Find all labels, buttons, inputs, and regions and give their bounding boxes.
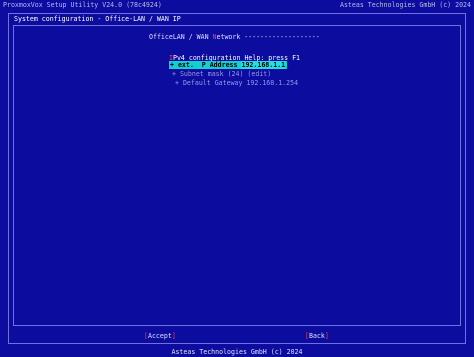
vendor-label: Asteas Technologies GmbH (c) 2024 <box>339 1 471 9</box>
ip-address-value: 192.168.1.1 <box>241 61 286 69</box>
back-button[interactable]: [Back] <box>305 332 329 340</box>
accept-label: Accept <box>147 332 172 340</box>
config-window: System configuration - Office-LAN / WAN … <box>8 13 466 344</box>
back-label: Back <box>308 332 325 340</box>
config-panel: OfficeLAN / WAN Network ----------------… <box>13 25 461 326</box>
top-bar: ProxmoxVox Setup Utility V24.0 (78c4924)… <box>0 0 474 10</box>
window-title: System configuration - Office-LAN / WAN … <box>14 15 181 23</box>
back-bracket-close: ] <box>324 332 329 340</box>
section-title-text: fficeLAN / WAN <box>152 33 213 41</box>
default-gateway-item[interactable]: + Default Gateway 192.168.1.254 <box>175 79 298 87</box>
app-title: ProxmoxVox Setup Utility V24.0 (78c4924) <box>3 1 162 9</box>
ip-address-label: + ext. P Address <box>170 61 242 69</box>
section-title-rule: etwork ------------------- <box>216 33 320 41</box>
accept-bracket-close: ] <box>171 332 176 340</box>
ip-address-item[interactable]: + ext. P Address 192.168.1.1 <box>169 61 288 69</box>
accept-button[interactable]: [Accept] <box>144 332 176 340</box>
section-title: OfficeLAN / WAN Network ----------------… <box>149 33 320 41</box>
subnet-mask-item[interactable]: + Subnet mask (24) (edit) <box>172 70 271 78</box>
footer-vendor: Asteas Technologies GmbH (c) 2024 <box>171 348 303 356</box>
